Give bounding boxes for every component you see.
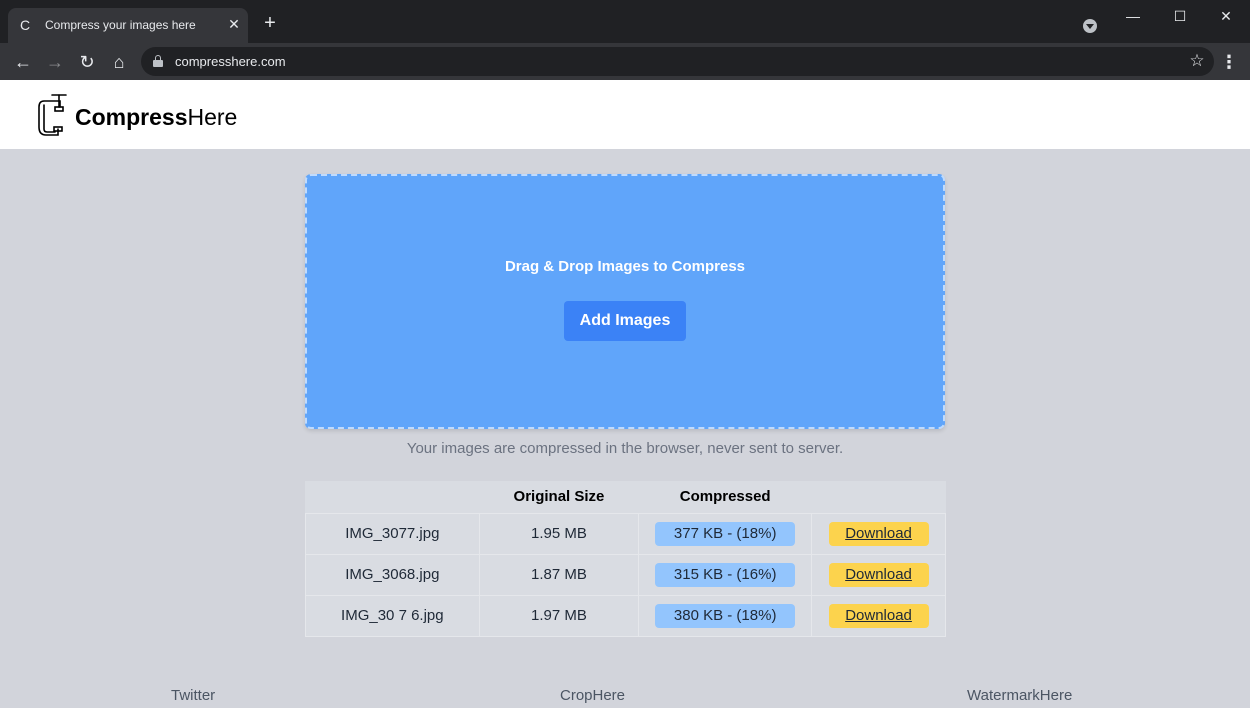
header-action (812, 481, 946, 513)
file-name: IMG_3077.jpg (305, 512, 480, 555)
bookmark-star-icon[interactable]: ☆ (1186, 50, 1208, 72)
header-compressed: Compressed (679, 488, 771, 506)
browser-toolbar: ← → ↻ ⌂ compresshere.com ☆ ⋮ (0, 43, 1250, 80)
table-row: IMG_3068.jpg 1.87 MB 315 KB - (16%) Down… (305, 553, 946, 596)
favicon-icon: C (20, 17, 31, 33)
new-tab-icon[interactable]: + (261, 13, 279, 33)
browser-menu-icon[interactable]: ⋮ (1220, 51, 1238, 73)
compressed-size-badge: 315 KB - (16%) (655, 562, 796, 587)
tab-search-icon[interactable] (1083, 19, 1097, 33)
header-filename (306, 481, 480, 513)
dropzone-title: Drag & Drop Images to Compress (504, 258, 746, 275)
url-text: compresshere.com (175, 54, 286, 69)
file-name: IMG_3068.jpg (305, 553, 480, 596)
table-row: IMG_3077.jpg 1.95 MB 377 KB - (18%) Down… (305, 512, 946, 555)
add-images-button[interactable]: Add Images (564, 301, 686, 341)
footer-link-watermarkhere[interactable]: WatermarkHere (967, 687, 1072, 704)
browser-titlebar: C Compress your images here ✕ + — ☐ ✕ (0, 0, 1250, 43)
original-size: 1.87 MB (478, 553, 640, 596)
compressed-cell: 315 KB - (16%) (638, 553, 813, 596)
lock-icon (153, 55, 163, 67)
results-table: Original Size Compressed IMG_3077.jpg 1.… (305, 481, 946, 637)
clamp-logo-icon (38, 94, 67, 136)
download-button[interactable]: Download (828, 521, 929, 546)
minimize-icon[interactable]: — (1121, 4, 1145, 28)
home-icon[interactable]: ⌂ (108, 51, 130, 73)
download-button[interactable]: Download (828, 603, 929, 628)
footer-link-twitter[interactable]: Twitter (171, 687, 215, 704)
forward-icon[interactable]: → (44, 51, 66, 73)
maximize-icon[interactable]: ☐ (1168, 4, 1192, 28)
original-size: 1.95 MB (478, 512, 640, 555)
image-dropzone[interactable]: Drag & Drop Images to Compress Add Image… (305, 174, 945, 429)
table-header-row: Original Size Compressed (306, 481, 946, 513)
tab-title: Compress your images here (45, 18, 196, 32)
reload-icon[interactable]: ↻ (76, 51, 98, 73)
action-cell: Download (811, 594, 946, 637)
compressed-size-badge: 380 KB - (18%) (655, 603, 796, 628)
site-logo[interactable]: CompressHere (75, 104, 237, 131)
back-icon[interactable]: ← (12, 51, 34, 73)
compressed-size-badge: 377 KB - (18%) (655, 521, 796, 546)
compressed-cell: 380 KB - (18%) (638, 594, 813, 637)
download-button[interactable]: Download (828, 562, 929, 587)
site-header: CompressHere (0, 80, 1250, 149)
privacy-note: Your images are compressed in the browse… (406, 440, 844, 457)
file-name: IMG_30 7 6.jpg (305, 594, 480, 637)
footer-link-crophere[interactable]: CropHere (560, 687, 625, 704)
address-bar[interactable]: compresshere.com ☆ (141, 47, 1214, 76)
table-row: IMG_30 7 6.jpg 1.97 MB 380 KB - (18%) Do… (305, 594, 946, 637)
browser-tab[interactable]: C Compress your images here ✕ (8, 8, 248, 43)
compressed-cell: 377 KB - (18%) (638, 512, 813, 555)
close-tab-icon[interactable]: ✕ (226, 16, 242, 32)
logo-bold-text: Compress (75, 104, 188, 130)
logo-regular-text: Here (187, 104, 238, 130)
original-size: 1.97 MB (478, 594, 640, 637)
action-cell: Download (811, 553, 946, 596)
action-cell: Download (811, 512, 946, 555)
header-original-size: Original Size (513, 488, 605, 506)
window-close-icon[interactable]: ✕ (1214, 4, 1238, 28)
